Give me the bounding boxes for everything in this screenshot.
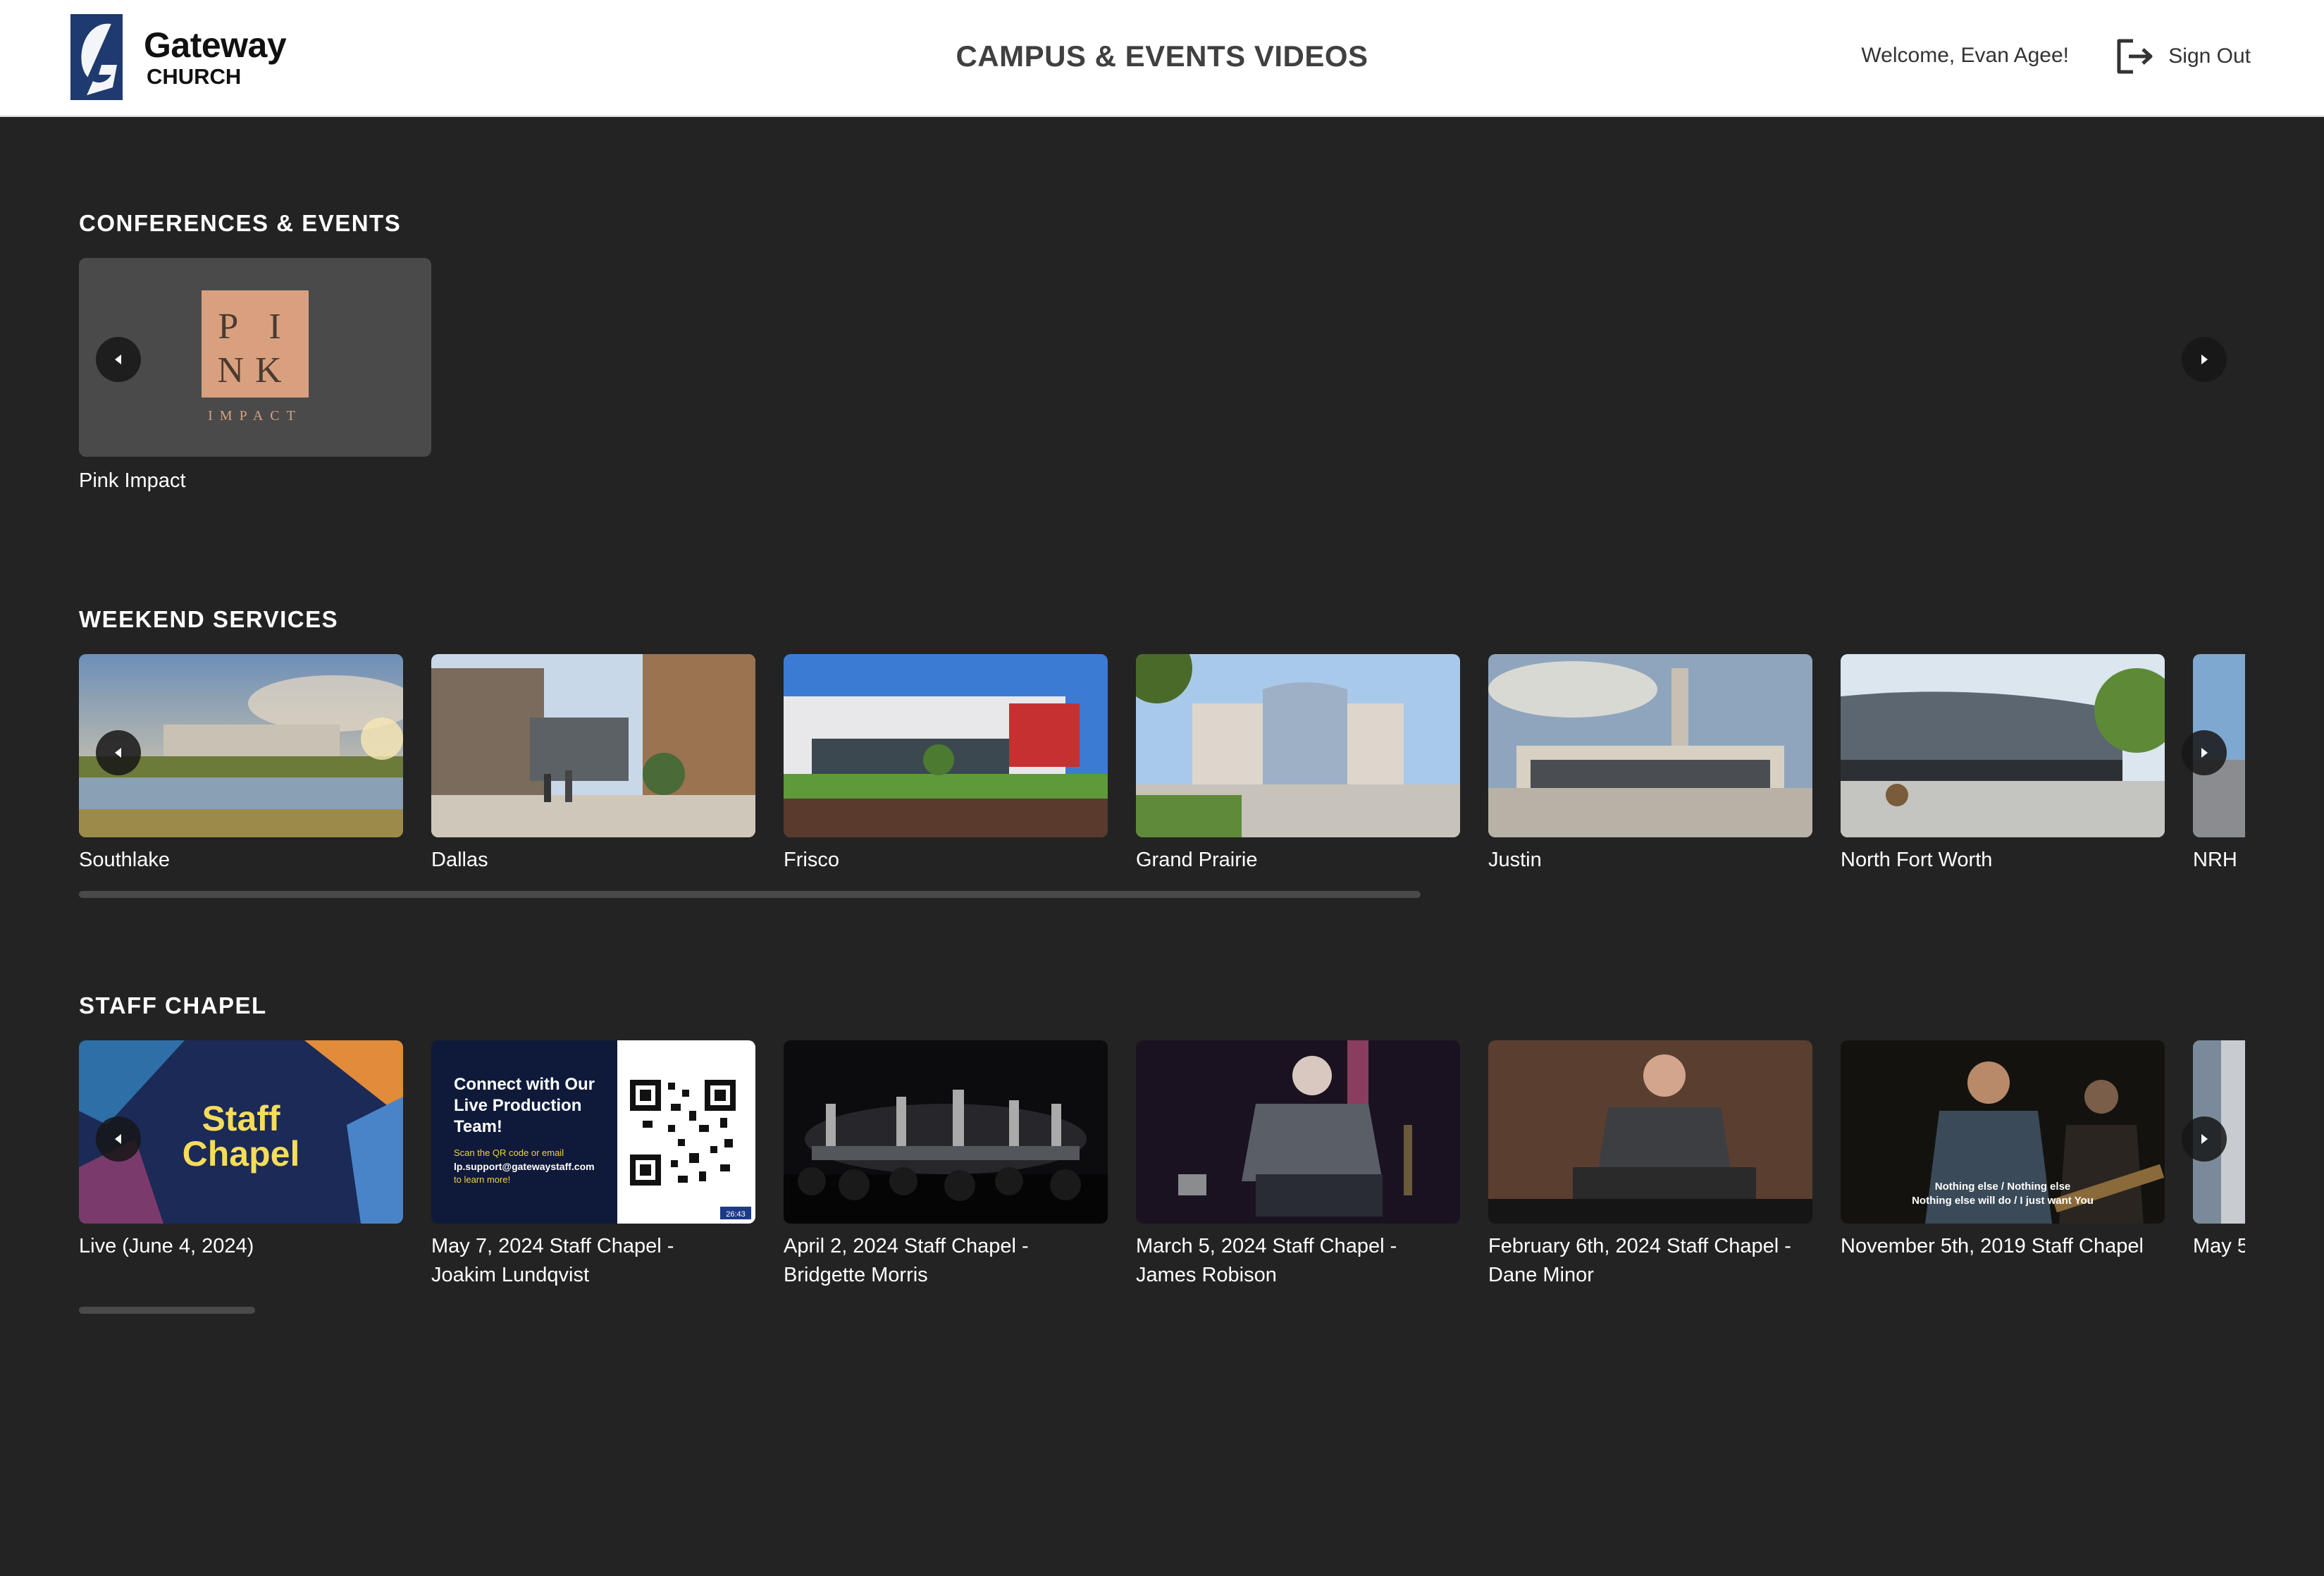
carousel-scrollbar[interactable] <box>79 1307 255 1314</box>
card-label: Live (June 4, 2024) <box>79 1235 254 1257</box>
svg-text:Nothing else / Nothing else: Nothing else / Nothing else <box>1935 1181 2071 1193</box>
chapel-card-february-6-2024[interactable] <box>1488 1040 1812 1224</box>
svg-text:P I: P I <box>218 307 292 347</box>
video-thumbnail: Nothing else / Nothing else Nothing else… <box>1841 1040 2165 1224</box>
chapel-carousel: Staff Chapel Connect with Our Live Produ… <box>79 1040 2245 1224</box>
video-thumbnail <box>1136 1040 1460 1224</box>
card-label: Pink Impact <box>79 469 186 492</box>
svg-text:Chapel: Chapel <box>183 1134 300 1174</box>
card-label: April 2, 2024 Staff Chapel - Bridgette M… <box>784 1235 1029 1286</box>
svg-text:Connect with Our: Connect with Our <box>454 1075 595 1094</box>
card-label: Southlake <box>79 849 170 871</box>
chapel-card-november-5-2019[interactable]: Nothing else / Nothing else Nothing else… <box>1841 1040 2165 1224</box>
video-thumbnail <box>784 654 1108 837</box>
site-header: Gateway CHURCH CAMPUS & EVENTS VIDEOS We… <box>0 0 2324 117</box>
weekend-services-section: WEEKEND SERVICES Southlake Dallas Frisco… <box>79 606 2245 909</box>
card-label: March 5, 2024 Staff Chapel - James Robis… <box>1136 1235 1397 1286</box>
svg-text:26:43: 26:43 <box>726 1210 746 1219</box>
card-label: May 5 <box>2193 1235 2245 1257</box>
campus-card-frisco[interactable] <box>784 654 1108 837</box>
carousel-prev-button[interactable] <box>96 1116 141 1162</box>
conferences-section: CONFERENCES & EVENTS P I NK IMPACT Pink … <box>79 210 2245 506</box>
carousel-prev-button[interactable] <box>96 730 141 775</box>
card-label: North Fort Worth <box>1841 849 1993 871</box>
section-title-chapel: STAFF CHAPEL <box>79 992 267 1018</box>
chapel-card-april-2-2024[interactable] <box>784 1040 1108 1224</box>
campus-card-grand-prairie[interactable] <box>1136 654 1460 837</box>
chevron-left-icon <box>115 1134 121 1144</box>
chevron-right-icon <box>2201 748 2208 758</box>
card-label: Justin <box>1488 849 1542 871</box>
card-label: February 6th, 2024 Staff Chapel - Dane M… <box>1488 1235 1791 1286</box>
svg-text:Nothing else will do / I just: Nothing else will do / I just want You <box>1912 1195 2094 1207</box>
svg-text:Team!: Team! <box>454 1117 502 1136</box>
card-label: NRH <box>2193 849 2237 871</box>
svg-text:Scan the QR code or email: Scan the QR code or email <box>454 1147 564 1158</box>
svg-text:Live Production: Live Production <box>454 1096 581 1115</box>
carousel-scrollbar[interactable] <box>79 891 1421 898</box>
svg-text:Staff: Staff <box>202 1099 280 1138</box>
card-label: Grand Prairie <box>1136 849 1258 871</box>
welcome-message: Welcome, Evan Agee! <box>1861 44 2069 67</box>
chevron-right-icon <box>2201 1134 2208 1144</box>
sign-out-button[interactable]: Sign Out <box>2112 35 2251 78</box>
card-label: May 7, 2024 Staff Chapel - Joakim Lundqv… <box>431 1235 674 1286</box>
video-thumbnail <box>1488 1040 1812 1224</box>
campus-card-north-fort-worth[interactable] <box>1841 654 2165 837</box>
video-thumbnail <box>1488 654 1812 837</box>
sign-out-icon <box>2117 39 2153 74</box>
svg-text:NK: NK <box>217 350 292 390</box>
carousel-next-button[interactable] <box>2182 730 2227 775</box>
carousel-next-button[interactable] <box>2182 1116 2227 1162</box>
carousel-prev-button[interactable] <box>96 337 141 382</box>
chevron-left-icon <box>115 355 121 364</box>
card-label: Dallas <box>431 849 488 871</box>
sign-out-label: Sign Out <box>2168 44 2251 68</box>
chevron-left-icon <box>115 748 121 758</box>
carousel-next-button[interactable] <box>2182 337 2227 382</box>
pink-impact-logo: P I NK IMPACT <box>202 290 309 424</box>
svg-text:lp.support@gatewaystaff.com: lp.support@gatewaystaff.com <box>454 1161 595 1172</box>
svg-text:to learn more!: to learn more! <box>454 1174 510 1185</box>
chapel-card-may-7-2024[interactable]: Connect with Our Live Production Team! S… <box>431 1040 755 1224</box>
section-title-weekend: WEEKEND SERVICES <box>79 606 339 632</box>
video-thumbnail <box>784 1040 1108 1224</box>
section-title-conferences: CONFERENCES & EVENTS <box>79 210 402 236</box>
campus-card-justin[interactable] <box>1488 654 1812 837</box>
card-label: November 5th, 2019 Staff Chapel <box>1841 1235 2144 1257</box>
campus-card-dallas[interactable] <box>431 654 755 837</box>
staff-chapel-section: STAFF CHAPEL Staff Chapel Connect with O… <box>79 992 2245 1331</box>
svg-text:IMPACT: IMPACT <box>208 408 302 424</box>
chapel-card-march-5-2024[interactable] <box>1136 1040 1460 1224</box>
video-thumbnail: Connect with Our Live Production Team! S… <box>431 1040 755 1224</box>
video-thumbnail <box>1841 654 2165 837</box>
card-label: Frisco <box>784 849 839 871</box>
video-thumbnail <box>431 654 755 837</box>
chevron-right-icon <box>2201 355 2208 364</box>
weekend-carousel <box>79 654 2245 837</box>
video-thumbnail <box>1136 654 1460 837</box>
